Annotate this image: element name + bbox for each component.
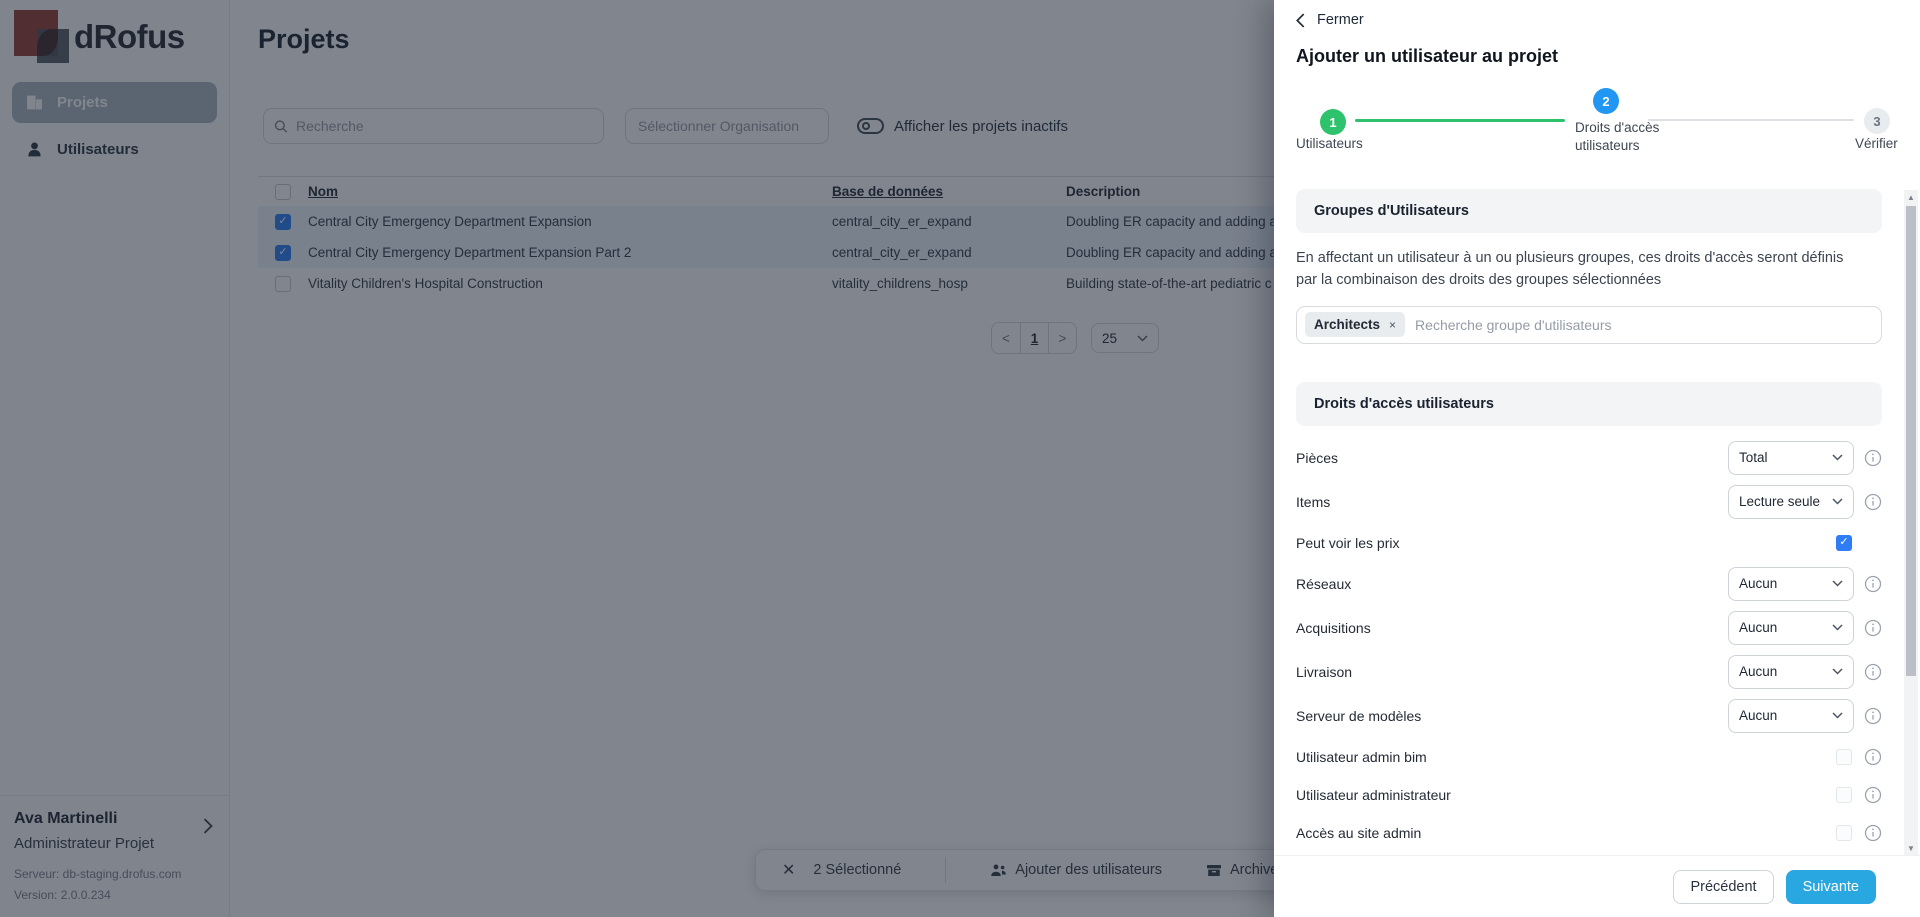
groups-section-header: Groupes d'Utilisateurs bbox=[1296, 189, 1882, 233]
step-1-label: Utilisateurs bbox=[1296, 135, 1363, 153]
rights-label: Réseaux bbox=[1296, 576, 1728, 592]
select-value: Aucun bbox=[1739, 576, 1777, 591]
chevron-down-icon bbox=[1832, 712, 1843, 719]
group-search-wrap: Architects × bbox=[1296, 306, 1882, 344]
info-icon[interactable] bbox=[1854, 707, 1882, 725]
scroll-down-icon[interactable]: ▼ bbox=[1904, 841, 1918, 855]
group-chip-label: Architects bbox=[1314, 317, 1380, 332]
rights-row-acquisitions: Acquisitions Aucun bbox=[1296, 610, 1882, 646]
rights-label: Serveur de modèles bbox=[1296, 708, 1728, 724]
step-connector-done bbox=[1355, 119, 1565, 122]
scrollbar-thumb[interactable] bbox=[1906, 206, 1916, 676]
select-value: Total bbox=[1739, 450, 1768, 465]
info-icon[interactable] bbox=[1854, 493, 1882, 511]
items-select[interactable]: Lecture seule bbox=[1728, 485, 1854, 519]
select-value: Lecture seule bbox=[1739, 494, 1820, 509]
scroll-up-icon[interactable]: ▲ bbox=[1904, 190, 1918, 204]
panel-scroll-area: Groupes d'Utilisateurs En affectant un u… bbox=[1274, 185, 1904, 855]
rights-label: Livraison bbox=[1296, 664, 1728, 680]
rights-row-items: Items Lecture seule bbox=[1296, 484, 1882, 520]
info-icon[interactable] bbox=[1854, 663, 1882, 681]
rights-row-administrateur: Utilisateur administrateur bbox=[1296, 780, 1882, 810]
rights-label: Peut voir les prix bbox=[1296, 535, 1728, 551]
modal-overlay[interactable] bbox=[0, 0, 1274, 917]
rights-label: Pièces bbox=[1296, 450, 1728, 466]
rights-section-header: Droits d'accès utilisateurs bbox=[1296, 382, 1882, 426]
serveur-modeles-select[interactable]: Aucun bbox=[1728, 699, 1854, 733]
chevron-down-icon bbox=[1832, 498, 1843, 505]
select-value: Aucun bbox=[1739, 708, 1777, 723]
wizard-stepper: 1 2 3 Utilisateurs Droits d'accès utilis… bbox=[1274, 85, 1920, 185]
site-admin-checkbox[interactable] bbox=[1836, 825, 1852, 841]
group-search-input[interactable] bbox=[1415, 317, 1873, 333]
reseaux-select[interactable]: Aucun bbox=[1728, 567, 1854, 601]
rights-label: Utilisateur administrateur bbox=[1296, 787, 1728, 803]
chevron-left-icon bbox=[1296, 13, 1305, 28]
pieces-select[interactable]: Total bbox=[1728, 441, 1854, 475]
info-icon[interactable] bbox=[1854, 786, 1882, 804]
close-panel-button[interactable]: Fermer bbox=[1296, 12, 1364, 28]
chevron-down-icon bbox=[1832, 580, 1843, 587]
rights-row-site-admin: Accès au site admin bbox=[1296, 818, 1882, 848]
can-see-prices-checkbox[interactable]: ✓ bbox=[1836, 535, 1852, 551]
chevron-down-icon bbox=[1832, 624, 1843, 631]
admin-bim-checkbox[interactable] bbox=[1836, 749, 1852, 765]
rights-row-prix: Peut voir les prix ✓ bbox=[1296, 528, 1882, 558]
remove-icon[interactable]: × bbox=[1389, 318, 1396, 332]
step-1-indicator[interactable]: 1 bbox=[1320, 109, 1346, 135]
panel-title: Ajouter un utilisateur au projet bbox=[1296, 46, 1558, 67]
rights-label: Accès au site admin bbox=[1296, 825, 1728, 841]
close-panel-label: Fermer bbox=[1317, 12, 1364, 28]
rights-row-reseaux: Réseaux Aucun bbox=[1296, 566, 1882, 602]
rights-row-serveur-modeles: Serveur de modèles Aucun bbox=[1296, 698, 1882, 734]
rights-row-admin-bim: Utilisateur admin bim bbox=[1296, 742, 1882, 772]
step-connector-todo bbox=[1648, 119, 1854, 121]
panel-scrollbar[interactable]: ▲ ▼ bbox=[1904, 190, 1918, 855]
rights-row-livraison: Livraison Aucun bbox=[1296, 654, 1882, 690]
info-icon[interactable] bbox=[1854, 449, 1882, 467]
info-icon[interactable] bbox=[1854, 748, 1882, 766]
rights-row-pieces: Pièces Total bbox=[1296, 440, 1882, 476]
select-value: Aucun bbox=[1739, 620, 1777, 635]
info-icon[interactable] bbox=[1854, 824, 1882, 842]
group-chip-architects[interactable]: Architects × bbox=[1305, 312, 1405, 337]
rights-label: Items bbox=[1296, 494, 1728, 510]
info-icon[interactable] bbox=[1854, 575, 1882, 593]
panel-footer: Précédent Suivante bbox=[1274, 855, 1920, 917]
acquisitions-select[interactable]: Aucun bbox=[1728, 611, 1854, 645]
step-3-indicator[interactable]: 3 bbox=[1864, 108, 1890, 134]
administrateur-checkbox[interactable] bbox=[1836, 787, 1852, 803]
add-user-panel: Fermer Ajouter un utilisateur au projet … bbox=[1274, 0, 1920, 917]
select-value: Aucun bbox=[1739, 664, 1777, 679]
previous-button[interactable]: Précédent bbox=[1673, 870, 1773, 904]
info-icon[interactable] bbox=[1854, 619, 1882, 637]
step-2-label: Droits d'accès utilisateurs bbox=[1575, 119, 1667, 155]
next-button[interactable]: Suivante bbox=[1786, 870, 1876, 904]
chevron-down-icon bbox=[1832, 454, 1843, 461]
rights-label: Utilisateur admin bim bbox=[1296, 749, 1728, 765]
chevron-down-icon bbox=[1832, 668, 1843, 675]
groups-description: En affectant un utilisateur à un ou plus… bbox=[1296, 247, 1866, 292]
step-3-label: Vérifier bbox=[1855, 135, 1898, 153]
step-2-indicator[interactable]: 2 bbox=[1593, 88, 1619, 114]
livraison-select[interactable]: Aucun bbox=[1728, 655, 1854, 689]
rights-label: Acquisitions bbox=[1296, 620, 1728, 636]
